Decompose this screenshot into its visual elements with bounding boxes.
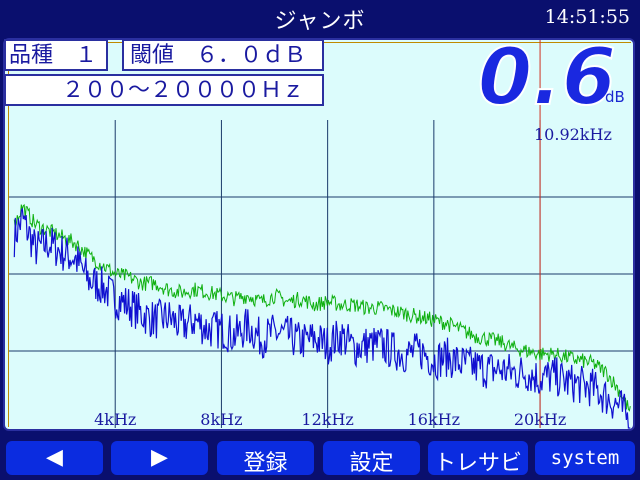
- frequency-range-box[interactable]: ２００～２００００Ｈｚ: [4, 74, 324, 106]
- series-line-green: [13, 204, 631, 412]
- register-button[interactable]: 登録: [217, 441, 314, 476]
- marker-frequency: 10.92kHz: [534, 125, 612, 144]
- threshold-box[interactable]: 閾値 ６．０ｄＢ: [122, 39, 324, 71]
- title-bar: ジャンボ 14:51:55: [0, 0, 640, 36]
- x-tick-label: 4kHz: [94, 410, 136, 429]
- x-tick-label: 16kHz: [408, 410, 460, 429]
- traceability-button[interactable]: トレサビ: [428, 441, 528, 476]
- x-tick-label: 12kHz: [301, 410, 353, 429]
- level-unit: dB: [605, 88, 625, 106]
- settings-button[interactable]: 設定: [323, 441, 420, 476]
- x-tick-label: 8kHz: [200, 410, 242, 429]
- level-readout: 0.6: [477, 40, 617, 110]
- clock: 14:51:55: [544, 6, 630, 28]
- product-type-box[interactable]: 品種 １: [4, 39, 108, 71]
- level-value: 0.6: [478, 40, 616, 110]
- next-button[interactable]: ▶: [111, 441, 208, 475]
- prev-button[interactable]: ◀: [6, 441, 103, 475]
- traceability-label: トレサビ: [433, 451, 522, 476]
- next-arrow-icon: ▶: [151, 445, 168, 470]
- prev-arrow-icon: ◀: [46, 445, 63, 470]
- register-label: 登録: [243, 451, 288, 476]
- settings-label: 設定: [349, 451, 394, 476]
- system-button[interactable]: system: [535, 441, 635, 475]
- system-label: system: [550, 447, 620, 469]
- series-line-blue: [13, 208, 631, 429]
